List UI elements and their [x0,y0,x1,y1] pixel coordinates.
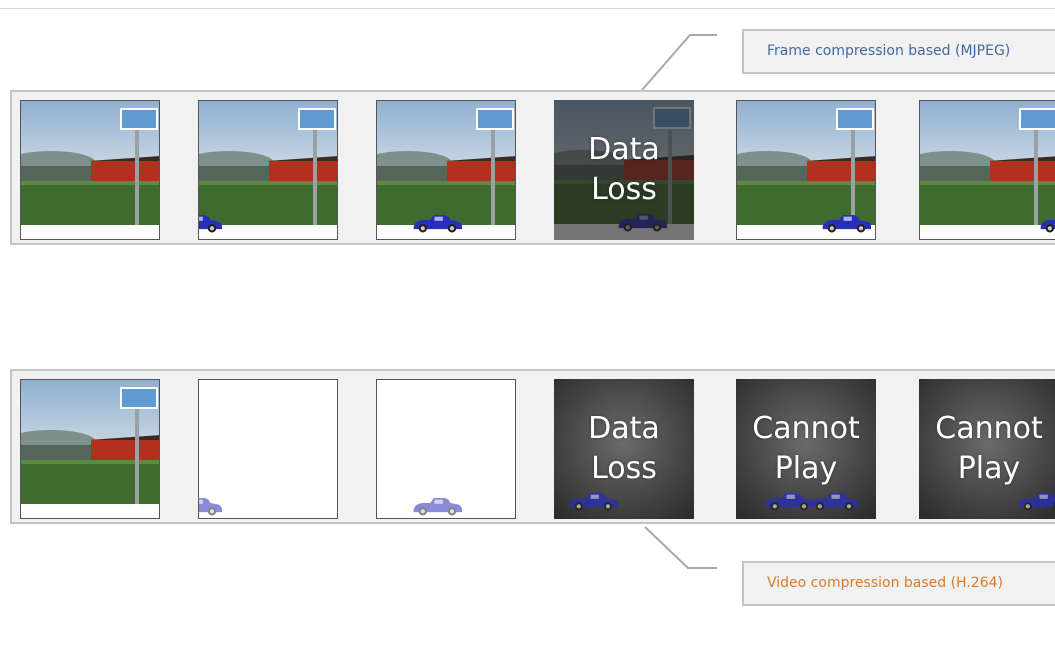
h264-label: Video compression based (H.264) [742,561,1055,606]
frame-image [377,101,515,239]
mjpeg-frame-2 [198,100,338,240]
barn [91,440,159,460]
frame-image [920,101,1055,239]
frame-image [199,101,337,239]
mjpeg-frame-4: Data Loss [554,100,694,240]
barn [91,161,159,181]
sign-icon [836,108,874,130]
field [21,460,159,504]
h264-frame-4: Data Loss [554,379,694,519]
sign-icon [298,108,336,130]
mjpeg-frame-3 [376,100,516,240]
frame-image [21,380,159,518]
sign-pole [851,121,855,225]
sign-pole [313,121,317,225]
car-icon [413,498,462,516]
frame-image [21,101,159,239]
frame-image [199,498,223,516]
h264-frame-3 [376,379,516,519]
field [199,181,337,225]
sign-icon [120,387,158,409]
sign-pole [135,121,139,225]
sign-pole [491,121,495,225]
barn [269,161,337,181]
barn [447,161,515,181]
field [21,181,159,225]
frame-image [413,498,462,516]
barn [990,161,1055,181]
mjpeg-filmstrip: Data Loss [10,90,1055,245]
cannot-play-text: Cannot Play [935,411,1043,486]
sign-pole [135,400,139,504]
frame-image [737,101,875,239]
sign-icon [120,108,158,130]
data-loss-text: Data Loss [588,411,660,486]
cannot-play-text: Cannot Play [752,411,860,486]
sign-icon [1019,108,1055,130]
h264-frame-2 [198,379,338,519]
car-icon [199,498,223,516]
mjpeg-frame-6 [919,100,1055,240]
barn [807,161,875,181]
sign-pole [1034,121,1038,225]
h264-filmstrip: Data Loss Cannot Play Cannot Play [10,369,1055,524]
h264-frame-5: Cannot Play [736,379,876,519]
mjpeg-label: Frame compression based (MJPEG) [742,29,1055,74]
sign-icon [476,108,514,130]
h264-frame-6: Cannot Play [919,379,1055,519]
h264-frame-1 [20,379,160,519]
data-loss-text: Data Loss [588,132,660,207]
mjpeg-frame-1 [20,100,160,240]
mjpeg-frame-5 [736,100,876,240]
